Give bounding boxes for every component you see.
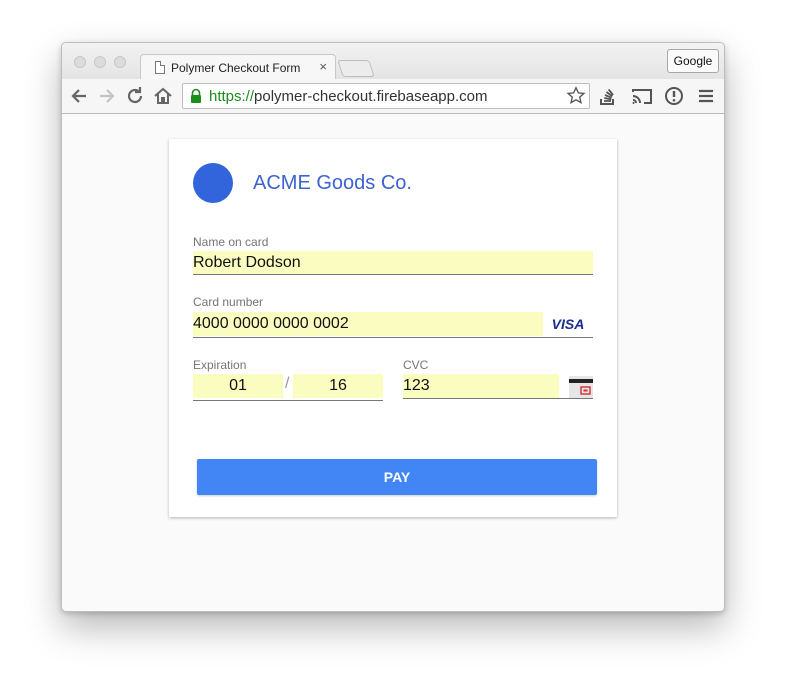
url-text: https://polymer-checkout.firebaseapp.com — [209, 88, 487, 105]
url-scheme: https:// — [209, 88, 255, 105]
expiration-month-input[interactable]: 01 — [193, 374, 283, 398]
back-icon[interactable] — [67, 84, 91, 108]
cvc-card-icon — [569, 375, 593, 399]
card-number-label: Card number — [193, 295, 264, 309]
close-window-button[interactable] — [74, 56, 86, 68]
expiration-underline — [193, 400, 383, 401]
home-icon[interactable] — [151, 84, 175, 108]
name-on-card-input[interactable]: Robert Dodson — [193, 251, 593, 275]
name-label: Name on card — [193, 235, 269, 249]
new-tab-button[interactable] — [337, 60, 375, 77]
cvc-underline — [403, 398, 593, 399]
card-number-underline — [193, 337, 593, 338]
pay-button[interactable]: PAY — [197, 459, 597, 495]
document-icon — [155, 61, 165, 74]
expiration-label: Expiration — [193, 358, 247, 372]
tab-close-icon[interactable]: × — [319, 59, 327, 74]
stack-overflow-extension-icon[interactable] — [596, 84, 620, 108]
expiration-year-input[interactable]: 16 — [293, 374, 383, 398]
cast-icon[interactable] — [630, 84, 654, 108]
forward-icon[interactable] — [95, 84, 119, 108]
expiration-separator: / — [285, 375, 290, 392]
cvc-label: CVC — [403, 358, 429, 372]
bookmark-star-icon[interactable] — [565, 85, 587, 107]
card-number-input[interactable]: 4000 0000 0000 0002 — [193, 312, 543, 336]
cvc-input[interactable]: 123 — [403, 374, 559, 398]
title-bar: Polymer Checkout Form × Google — [62, 43, 724, 80]
minimize-window-button[interactable] — [94, 56, 106, 68]
menu-icon[interactable] — [694, 84, 718, 108]
reload-icon[interactable] — [123, 84, 147, 108]
company-name: ACME Goods Co. — [253, 172, 412, 194]
lock-icon — [189, 88, 203, 104]
info-extension-icon[interactable] — [662, 84, 686, 108]
visa-card-icon: VISA — [551, 316, 585, 332]
profile-button[interactable]: Google — [667, 49, 719, 73]
browser-tab[interactable]: Polymer Checkout Form × — [140, 54, 336, 80]
browser-toolbar: https://polymer-checkout.firebaseapp.com — [62, 79, 724, 114]
page-content: ACME Goods Co. Name on card Robert Dodso… — [62, 114, 724, 611]
company-logo — [193, 163, 233, 203]
url-domain: polymer-checkout.firebaseapp.com — [254, 88, 488, 105]
browser-window: Polymer Checkout Form × Google https://p… — [61, 42, 725, 612]
tab-title: Polymer Checkout Form — [171, 61, 301, 75]
address-bar[interactable]: https://polymer-checkout.firebaseapp.com — [182, 83, 590, 109]
checkout-card: ACME Goods Co. Name on card Robert Dodso… — [169, 139, 617, 517]
zoom-window-button[interactable] — [114, 56, 126, 68]
